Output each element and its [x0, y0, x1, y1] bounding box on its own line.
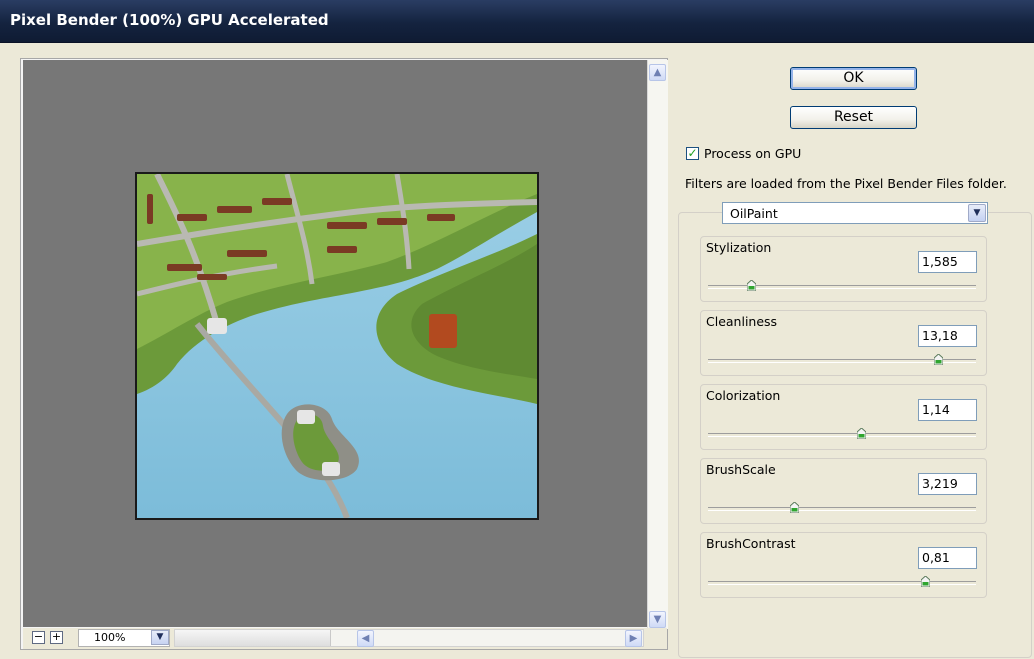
zoom-out-icon[interactable]: − — [32, 631, 45, 644]
horizontal-scroll-thumb[interactable] — [175, 630, 331, 646]
chevron-down-icon[interactable]: ▼ — [151, 630, 169, 645]
param-value-field[interactable]: 13,18 — [918, 325, 977, 347]
slider-thumb[interactable] — [921, 576, 931, 587]
scroll-up-icon[interactable]: ▲ — [649, 64, 666, 81]
title-bar: Pixel Bender (100%) GPU Accelerated — [0, 0, 1034, 43]
param-brushcontrast: BrushContrast 0,81 — [700, 532, 987, 598]
filters-info-text: Filters are loaded from the Pixel Bender… — [685, 176, 1007, 191]
param-value-field[interactable]: 0,81 — [918, 547, 977, 569]
param-value-field[interactable]: 1,585 — [918, 251, 977, 273]
filter-select[interactable]: OilPaint ▼ — [722, 202, 988, 224]
scroll-right-icon[interactable]: ▶ — [625, 630, 642, 647]
scroll-down-icon[interactable]: ▼ — [649, 611, 666, 628]
param-label: Stylization — [706, 240, 772, 255]
slider-track[interactable] — [708, 507, 976, 511]
slider-track[interactable] — [708, 581, 976, 585]
param-value-field[interactable]: 1,14 — [918, 399, 977, 421]
ok-button[interactable]: OK — [790, 67, 917, 90]
process-gpu-checkbox[interactable]: ✓ — [686, 147, 699, 160]
filter-select-value: OilPaint — [730, 206, 778, 221]
preview-canvas[interactable] — [23, 60, 647, 627]
param-value-field[interactable]: 3,219 — [918, 473, 977, 495]
slider-thumb[interactable] — [856, 428, 866, 439]
param-colorization: Colorization 1,14 — [700, 384, 987, 450]
param-label: Colorization — [706, 388, 781, 403]
param-label: BrushContrast — [706, 536, 796, 551]
checkmark-icon: ✓ — [687, 146, 698, 160]
param-brushscale: BrushScale 3,219 — [700, 458, 987, 524]
slider-thumb[interactable] — [746, 280, 756, 291]
zoom-level-value: 100% — [94, 631, 126, 644]
chevron-down-icon[interactable]: ▼ — [968, 204, 986, 222]
window-title: Pixel Bender (100%) GPU Accelerated — [10, 11, 329, 29]
process-gpu-label: Process on GPU — [704, 146, 802, 161]
param-stylization: Stylization 1,585 — [700, 236, 987, 302]
vertical-scrollbar[interactable]: ▲ ▼ — [647, 60, 668, 629]
slider-track[interactable] — [708, 433, 976, 437]
param-label: Cleanliness — [706, 314, 778, 329]
slider-thumb[interactable] — [934, 354, 944, 365]
param-label: BrushScale — [706, 462, 776, 477]
zoom-bar: − + 100% ▼ ◀ ▶ — [23, 628, 667, 649]
preview-image — [135, 172, 539, 520]
horizontal-scrollbar[interactable]: ◀ ▶ — [174, 629, 644, 647]
reset-button[interactable]: Reset — [790, 106, 917, 129]
slider-thumb[interactable] — [789, 502, 799, 513]
scroll-left-icon[interactable]: ◀ — [357, 630, 374, 647]
param-cleanliness: Cleanliness 13,18 — [700, 310, 987, 376]
zoom-in-icon[interactable]: + — [50, 631, 63, 644]
